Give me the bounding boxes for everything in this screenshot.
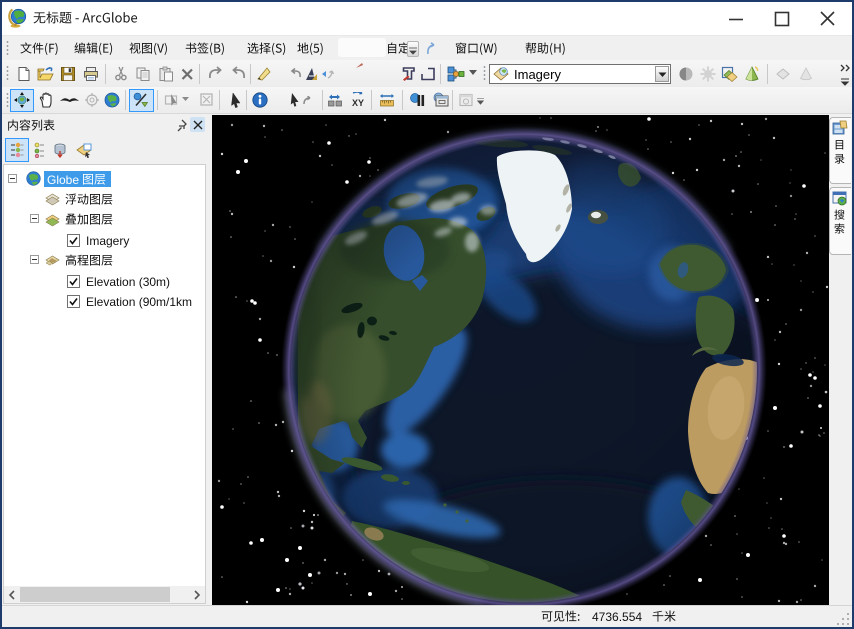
svg-text:XY: XY [352, 98, 364, 108]
